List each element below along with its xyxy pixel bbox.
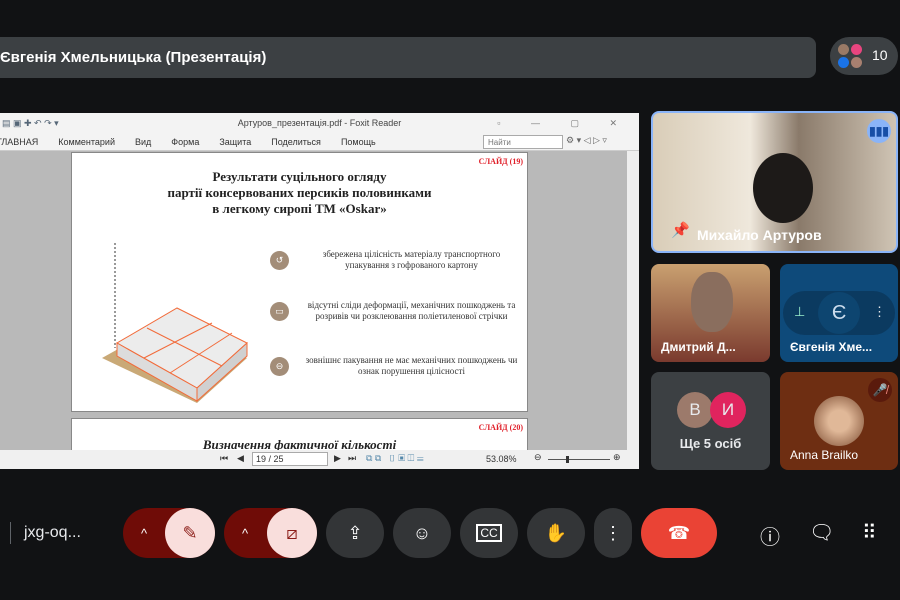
- window-title: Артуров_презентація.pdf - Foxit Reader: [237, 118, 402, 128]
- tab-protect[interactable]: Защита: [219, 137, 251, 147]
- activities-grid-icon[interactable]: ⠿: [862, 520, 877, 545]
- tab-help[interactable]: Помощь: [341, 137, 376, 147]
- bullet-icon: ⊖: [270, 356, 289, 376]
- reactions-button[interactable]: ☺: [393, 508, 451, 558]
- tile-more-participants[interactable]: В И Ще 5 осіб: [651, 372, 770, 470]
- slide-number: СЛАЙД (19): [478, 157, 523, 166]
- zoom-out-button[interactable]: ⊖: [534, 452, 542, 463]
- pdf-page-19: СЛАЙД (19) Результати суцільного огляду …: [71, 152, 528, 412]
- video-feed: [691, 272, 733, 332]
- tab-share[interactable]: Поделиться: [271, 137, 321, 147]
- participants-button[interactable]: 10: [830, 37, 898, 75]
- avatar: [851, 44, 862, 55]
- raise-hand-button[interactable]: ✋: [527, 508, 585, 558]
- divider: [10, 522, 11, 544]
- avatar: Є: [818, 292, 860, 334]
- mic-off-icon: 🎤̸: [868, 378, 892, 402]
- present-screen-icon: ⇪: [347, 522, 363, 543]
- next-page-button[interactable]: ▶: [334, 453, 341, 464]
- ribbon-tabs: ГЛАВНАЯ Комментарий Вид Форма Защита Под…: [0, 133, 639, 151]
- slide-title-line: партії консервованих персиків половинкам…: [167, 185, 432, 200]
- end-call-icon: ☎: [667, 522, 691, 543]
- slide-bullet: ↺ збережена цілісність матеріалу транспор…: [270, 249, 520, 271]
- shared-screen-foxit: ▤ ▣ ✚ ↶ ↷ ▾ Артуров_презентація.pdf - Fo…: [0, 113, 639, 469]
- slide-title-line: Результати суцільного огляду: [212, 169, 387, 184]
- video-feed: [753, 153, 813, 223]
- quick-access-icons[interactable]: ▤ ▣ ✚ ↶ ↷ ▾: [2, 113, 59, 133]
- present-button[interactable]: ⇪: [326, 508, 384, 558]
- pallet-image: [102, 243, 248, 403]
- captions-icon: CC: [476, 524, 502, 542]
- slide-number: СЛАЙД (20): [478, 423, 523, 432]
- info-icon[interactable]: ⓘ: [760, 521, 780, 550]
- tile-participant[interactable]: 🎤̸ Anna Brailko: [780, 372, 898, 470]
- search-input[interactable]: [483, 135, 563, 149]
- settings-icon[interactable]: ⚙ ▾ ◁ ▷ ▿: [566, 135, 607, 146]
- chat-icon[interactable]: 🗨: [809, 520, 834, 545]
- more-options-icon[interactable]: ⋮: [873, 304, 886, 320]
- more-vert-icon: ⋮: [604, 522, 622, 543]
- leave-call-button[interactable]: ☎: [641, 508, 717, 558]
- tab-form[interactable]: Форма: [171, 137, 199, 147]
- pin-icon[interactable]: 📌: [671, 221, 690, 239]
- mic-toggle-button[interactable]: ✎: [165, 508, 215, 558]
- tab-home[interactable]: ГЛАВНАЯ: [0, 137, 38, 147]
- window-controls[interactable]: ▫ — ▢ ✕: [497, 113, 631, 133]
- document-view: СЛАЙД (19) Результати суцільного огляду …: [0, 151, 627, 458]
- avatar: [851, 57, 862, 68]
- slide-bullet: ⊖ зовнішнє пакування не має механічних по…: [270, 355, 520, 377]
- last-page-button[interactable]: ⏭: [348, 453, 356, 464]
- tab-comment[interactable]: Комментарий: [58, 137, 115, 147]
- avatar: [838, 44, 849, 55]
- captions-button[interactable]: CC: [460, 508, 518, 558]
- camera-off-icon: ⧄: [286, 522, 298, 543]
- status-bar: ⏮ ◀ 19 / 25 ▶ ⏭ ⧉ ⧉ ▯ ▣ ◫ ☰ 53.08% ⊖ ⊕: [0, 450, 639, 469]
- prev-page-button[interactable]: ◀: [237, 453, 244, 464]
- page-number-field[interactable]: 19 / 25: [252, 452, 328, 466]
- participant-name: Дмитрий Д...: [661, 340, 736, 354]
- mic-off-icon: ✎: [182, 522, 198, 543]
- presenter-title: Євгенія Хмельницька (Презентація): [0, 49, 267, 66]
- participant-name: Євгенія Хме...: [790, 340, 873, 354]
- view-mode-icons[interactable]: ⧉ ⧉ ▯ ▣ ◫ ☰: [366, 453, 424, 464]
- first-page-button[interactable]: ⏮: [220, 453, 228, 464]
- tile-main-speaker[interactable]: ▮▮▮ 📌 Михайло Артуров: [651, 111, 898, 253]
- zoom-level[interactable]: 53.08%: [486, 454, 517, 464]
- tile-participant[interactable]: ⊥ Є ⋮ Євгенія Хме...: [780, 264, 898, 362]
- more-participants-label: Ще 5 осіб: [679, 436, 742, 451]
- zoom-slider[interactable]: [548, 456, 610, 463]
- avatar: В: [677, 392, 713, 428]
- slide-title-line: в легкому сиропі ТМ «Oskar»: [212, 201, 387, 216]
- avatar: [814, 396, 864, 446]
- participant-count: 10: [872, 47, 888, 63]
- bullet-icon: ↺: [270, 250, 289, 270]
- pin-icon[interactable]: ⊥: [794, 304, 805, 320]
- hand-icon: ✋: [544, 522, 568, 543]
- tab-view[interactable]: Вид: [135, 137, 151, 147]
- participant-name: Anna Brailko: [790, 448, 859, 462]
- meeting-code: jxg-oq...: [24, 524, 81, 541]
- tile-participant[interactable]: Дмитрий Д...: [651, 264, 770, 362]
- avatar: [838, 57, 849, 68]
- emoji-icon: ☺: [412, 522, 432, 543]
- bullet-icon: ▭: [270, 301, 289, 321]
- chevron-up-icon: ^: [242, 525, 249, 541]
- chevron-up-icon: ^: [141, 525, 148, 541]
- title-bar: ▤ ▣ ✚ ↶ ↷ ▾ Артуров_презентація.pdf - Fo…: [0, 113, 639, 133]
- vertical-scrollbar[interactable]: [627, 151, 639, 450]
- camera-toggle-button[interactable]: ⧄: [267, 508, 317, 558]
- participant-name: Михайло Артуров: [697, 227, 822, 243]
- avatar: И: [710, 392, 746, 428]
- presentation-banner: Євгенія Хмельницька (Презентація): [0, 37, 816, 78]
- more-options-button[interactable]: ⋮: [594, 508, 632, 558]
- speaking-indicator-icon: ▮▮▮: [867, 119, 891, 143]
- zoom-slider-thumb[interactable]: [566, 456, 569, 463]
- zoom-in-button[interactable]: ⊕: [613, 452, 621, 463]
- slide-bullet: ▭ відсутні сліди деформації, механічних п…: [270, 300, 520, 322]
